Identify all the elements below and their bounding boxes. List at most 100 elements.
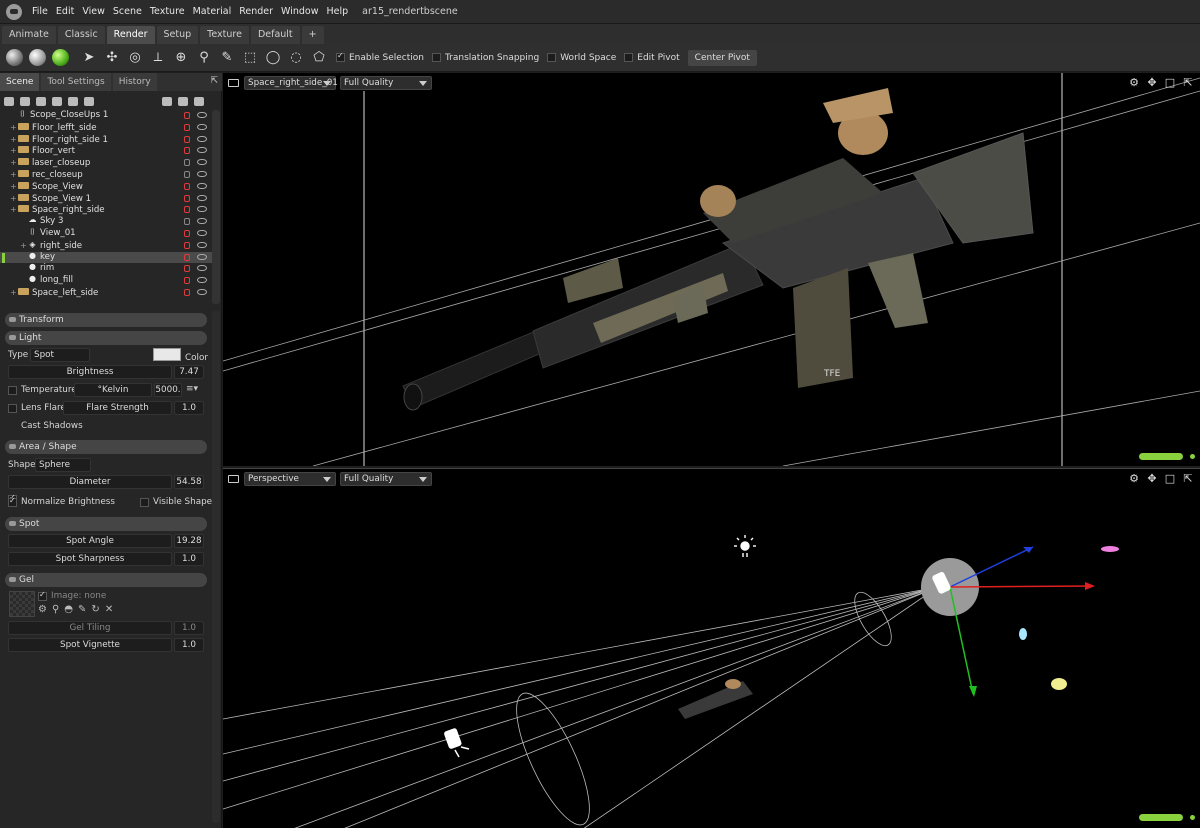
scene-tree-item[interactable]: + Scope_View 1	[0, 193, 212, 205]
pan-icon[interactable]: ✥	[1146, 77, 1158, 89]
universal-gizmo-icon[interactable]: ⊕	[171, 48, 191, 68]
enable-selection-option[interactable]: Enable Selection	[336, 51, 424, 63]
camera-select[interactable]: Perspective	[244, 472, 336, 486]
tab-classic[interactable]: Classic	[57, 26, 105, 44]
visibility-eye-icon[interactable]	[197, 170, 207, 177]
normalize-brightness-checkbox[interactable]	[8, 496, 17, 507]
lock-icon[interactable]	[184, 182, 190, 190]
duplicate-icon[interactable]	[178, 96, 188, 106]
visibility-eye-icon[interactable]	[197, 112, 207, 118]
spot-section-header[interactable]: Spot	[5, 517, 207, 531]
shape-select[interactable]: Sphere	[35, 458, 91, 472]
tab-animate[interactable]: Animate	[2, 26, 56, 44]
visibility-eye-icon[interactable]	[197, 277, 207, 284]
pivot-tool-icon[interactable]: ⚲	[194, 48, 214, 68]
temperature-checkbox[interactable]	[8, 386, 17, 395]
material-ball-grey-icon[interactable]	[4, 48, 24, 68]
diameter-value[interactable]: 54.58	[174, 475, 204, 489]
gel-edit-icon[interactable]: ✎	[78, 604, 91, 615]
scene-tree-item[interactable]: + laser_closeup	[0, 157, 212, 169]
scale-gizmo-icon[interactable]: ⟂	[148, 48, 168, 68]
area-shape-section-header[interactable]: Area / Shape	[5, 440, 207, 454]
scene-tree-item[interactable]: ⌷ Scope_CloseUps 1	[0, 109, 212, 122]
brightness-value[interactable]: 7.47	[174, 365, 204, 379]
expand-toggle-icon[interactable]: +	[10, 145, 18, 157]
rotate-gizmo-icon[interactable]: ◎	[125, 48, 145, 68]
diameter-slider[interactable]: Diameter	[8, 475, 172, 489]
spot-vignette-value[interactable]: 1.0	[174, 638, 204, 652]
visibility-eye-icon[interactable]	[197, 194, 207, 201]
edit-pivot-checkbox[interactable]	[624, 53, 634, 62]
lasso-select-icon[interactable]: ◌	[286, 48, 306, 68]
menu-window[interactable]: Window	[277, 6, 322, 17]
material-ball-green-icon[interactable]	[50, 48, 70, 68]
visibility-eye-icon[interactable]	[197, 229, 207, 236]
scene-tree-item[interactable]: + rec_closeup	[0, 169, 212, 181]
properties-scrollbar[interactable]	[212, 311, 220, 823]
camera-icon[interactable]	[228, 79, 239, 87]
visibility-eye-icon[interactable]	[197, 135, 207, 142]
translation-snapping-option[interactable]: Translation Snapping	[432, 53, 539, 63]
pan-icon[interactable]: ✥	[1146, 473, 1158, 485]
lock-icon[interactable]	[184, 288, 190, 296]
visibility-eye-icon[interactable]	[197, 241, 207, 248]
tab-texture[interactable]: Texture	[200, 26, 249, 44]
menu-render[interactable]: Render	[235, 6, 277, 17]
tab-render[interactable]: Render	[106, 26, 155, 44]
scene-tree-item[interactable]: + Floor_lefft_side	[0, 122, 212, 134]
visibility-eye-icon[interactable]	[197, 182, 207, 189]
ellipse-select-icon[interactable]: ◯	[263, 48, 283, 68]
expand-toggle-icon[interactable]: +	[10, 157, 18, 169]
tab-tool-settings[interactable]: Tool Settings	[41, 73, 111, 91]
tab-history[interactable]: History	[112, 73, 157, 91]
scene-tree-item[interactable]: + Floor_right_side 1	[0, 134, 212, 146]
lock-icon[interactable]	[184, 277, 190, 285]
add-sky-icon[interactable]	[52, 96, 62, 106]
expand-toggle-icon[interactable]: +	[10, 287, 18, 299]
lock-icon[interactable]	[184, 229, 190, 237]
scene-tree-item[interactable]: + Space_left_side	[0, 287, 212, 299]
kelvin-slider[interactable]: °Kelvin	[74, 383, 152, 397]
lock-icon[interactable]	[184, 206, 190, 214]
picker-tool-icon[interactable]: ✎	[217, 48, 237, 68]
tab-default[interactable]: Default	[250, 26, 300, 44]
lock-icon[interactable]	[184, 170, 190, 178]
expand-toggle-icon[interactable]: +	[10, 181, 18, 193]
visibility-eye-icon[interactable]	[197, 218, 207, 225]
menu-file[interactable]: File	[28, 6, 52, 17]
lock-icon[interactable]	[184, 147, 190, 155]
lock-icon[interactable]	[184, 265, 190, 273]
menu-scene[interactable]: Scene	[109, 6, 146, 17]
tab-scene[interactable]: Scene	[0, 73, 40, 91]
expand-toggle-icon[interactable]: +	[10, 122, 18, 134]
gel-section-header[interactable]: Gel	[5, 573, 207, 587]
tab-setup[interactable]: Setup	[156, 26, 199, 44]
viewport-top[interactable]: TFE Space_right_side_01 Full Quality ⚙ ✥…	[223, 73, 1200, 466]
visibility-eye-icon[interactable]	[197, 159, 207, 166]
expand-toggle-icon[interactable]: +	[10, 169, 18, 181]
add-light-icon[interactable]	[20, 96, 30, 106]
translation-snapping-checkbox[interactable]	[432, 53, 441, 62]
quality-select[interactable]: Full Quality	[340, 472, 432, 486]
expand-toggle-icon[interactable]: +	[10, 204, 18, 216]
light-type-select[interactable]: Spot	[30, 348, 90, 362]
lock-icon[interactable]	[184, 135, 190, 143]
visibility-eye-icon[interactable]	[197, 147, 207, 154]
popout-icon[interactable]: ⇱	[1182, 77, 1194, 89]
scene-tree-item[interactable]: ⌷ View_01	[0, 227, 212, 240]
lock-icon[interactable]	[184, 112, 190, 119]
gel-enable-checkbox[interactable]	[38, 590, 47, 601]
add-camera-icon[interactable]	[36, 96, 46, 106]
menu-edit[interactable]: Edit	[52, 6, 78, 17]
maximize-icon[interactable]: □	[1164, 77, 1176, 89]
settings-icon[interactable]: ⚙	[1128, 473, 1140, 485]
visibility-eye-icon[interactable]	[197, 206, 207, 213]
new-folder-icon[interactable]	[162, 96, 172, 106]
gel-search-icon[interactable]: ⚲	[52, 604, 64, 615]
spot-sharpness-value[interactable]: 1.0	[174, 552, 204, 566]
gel-clear-icon[interactable]: ✕	[105, 604, 118, 615]
lens-flare-checkbox[interactable]	[8, 404, 17, 413]
menu-material[interactable]: Material	[189, 6, 236, 17]
spot-angle-slider[interactable]: Spot Angle	[8, 534, 172, 548]
add-object-icon[interactable]	[4, 96, 14, 106]
